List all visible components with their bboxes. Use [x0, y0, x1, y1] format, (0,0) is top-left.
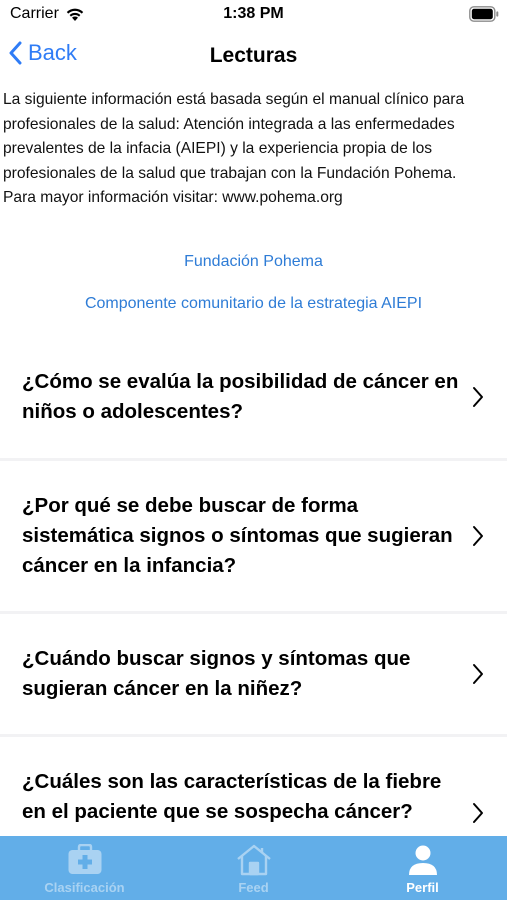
- tab-perfil-label: Perfil: [406, 880, 439, 895]
- more-info-text: Para mayor información visitar: www.pohe…: [3, 189, 343, 207]
- page-title: Lecturas: [209, 44, 298, 67]
- person-icon: [408, 845, 437, 875]
- home-icon: [236, 844, 271, 876]
- list-item-label: ¿Por qué se debe buscar de forma sistemá…: [22, 494, 453, 577]
- list-item-label: ¿Cuándo buscar signos y síntomas que sug…: [22, 647, 411, 700]
- navigation-bar: Back Lecturas: [0, 32, 507, 82]
- tab-bar: Clasificación Feed Perfil: [0, 836, 507, 900]
- chevron-right-icon: [473, 803, 483, 823]
- tab-feed-label: Feed: [238, 880, 269, 895]
- status-time: 1:38 PM: [223, 5, 284, 22]
- tab-clasificacion[interactable]: Clasificación: [0, 836, 169, 900]
- tab-feed[interactable]: Feed: [169, 836, 338, 900]
- list-item[interactable]: ¿Por qué se debe buscar de forma sistemá…: [0, 461, 507, 611]
- questions-list: ¿Cómo se evalúa la posibilidad de cáncer…: [0, 336, 507, 870]
- battery-icon: [469, 6, 499, 22]
- list-item-label: ¿Cuáles son las características de la fi…: [22, 770, 442, 823]
- medical-kit-icon: [68, 844, 101, 874]
- app-screen: Carrier 1:38 PM Back Lecturas La siguien…: [0, 0, 507, 900]
- fundacion-pohema-link[interactable]: Fundación Pohema: [0, 253, 507, 271]
- tab-perfil[interactable]: Perfil: [338, 836, 507, 900]
- componente-aiepi-link[interactable]: Componente comunitario de la estrategia …: [0, 295, 507, 313]
- intro-paragraph: La siguiente información está basada seg…: [3, 91, 465, 182]
- chevron-right-icon: [473, 387, 483, 407]
- list-item[interactable]: ¿Cómo se evalúa la posibilidad de cáncer…: [0, 336, 507, 458]
- intro-text: La siguiente información está basada seg…: [3, 88, 503, 211]
- status-bar: Carrier 1:38 PM: [0, 0, 507, 32]
- chevron-right-icon: [473, 664, 483, 684]
- chevron-right-icon: [473, 526, 483, 546]
- list-item-label: ¿Cómo se evalúa la posibilidad de cáncer…: [22, 370, 459, 423]
- list-item[interactable]: ¿Cuándo buscar signos y síntomas que sug…: [0, 614, 507, 734]
- tab-clasificacion-label: Clasificación: [44, 880, 125, 895]
